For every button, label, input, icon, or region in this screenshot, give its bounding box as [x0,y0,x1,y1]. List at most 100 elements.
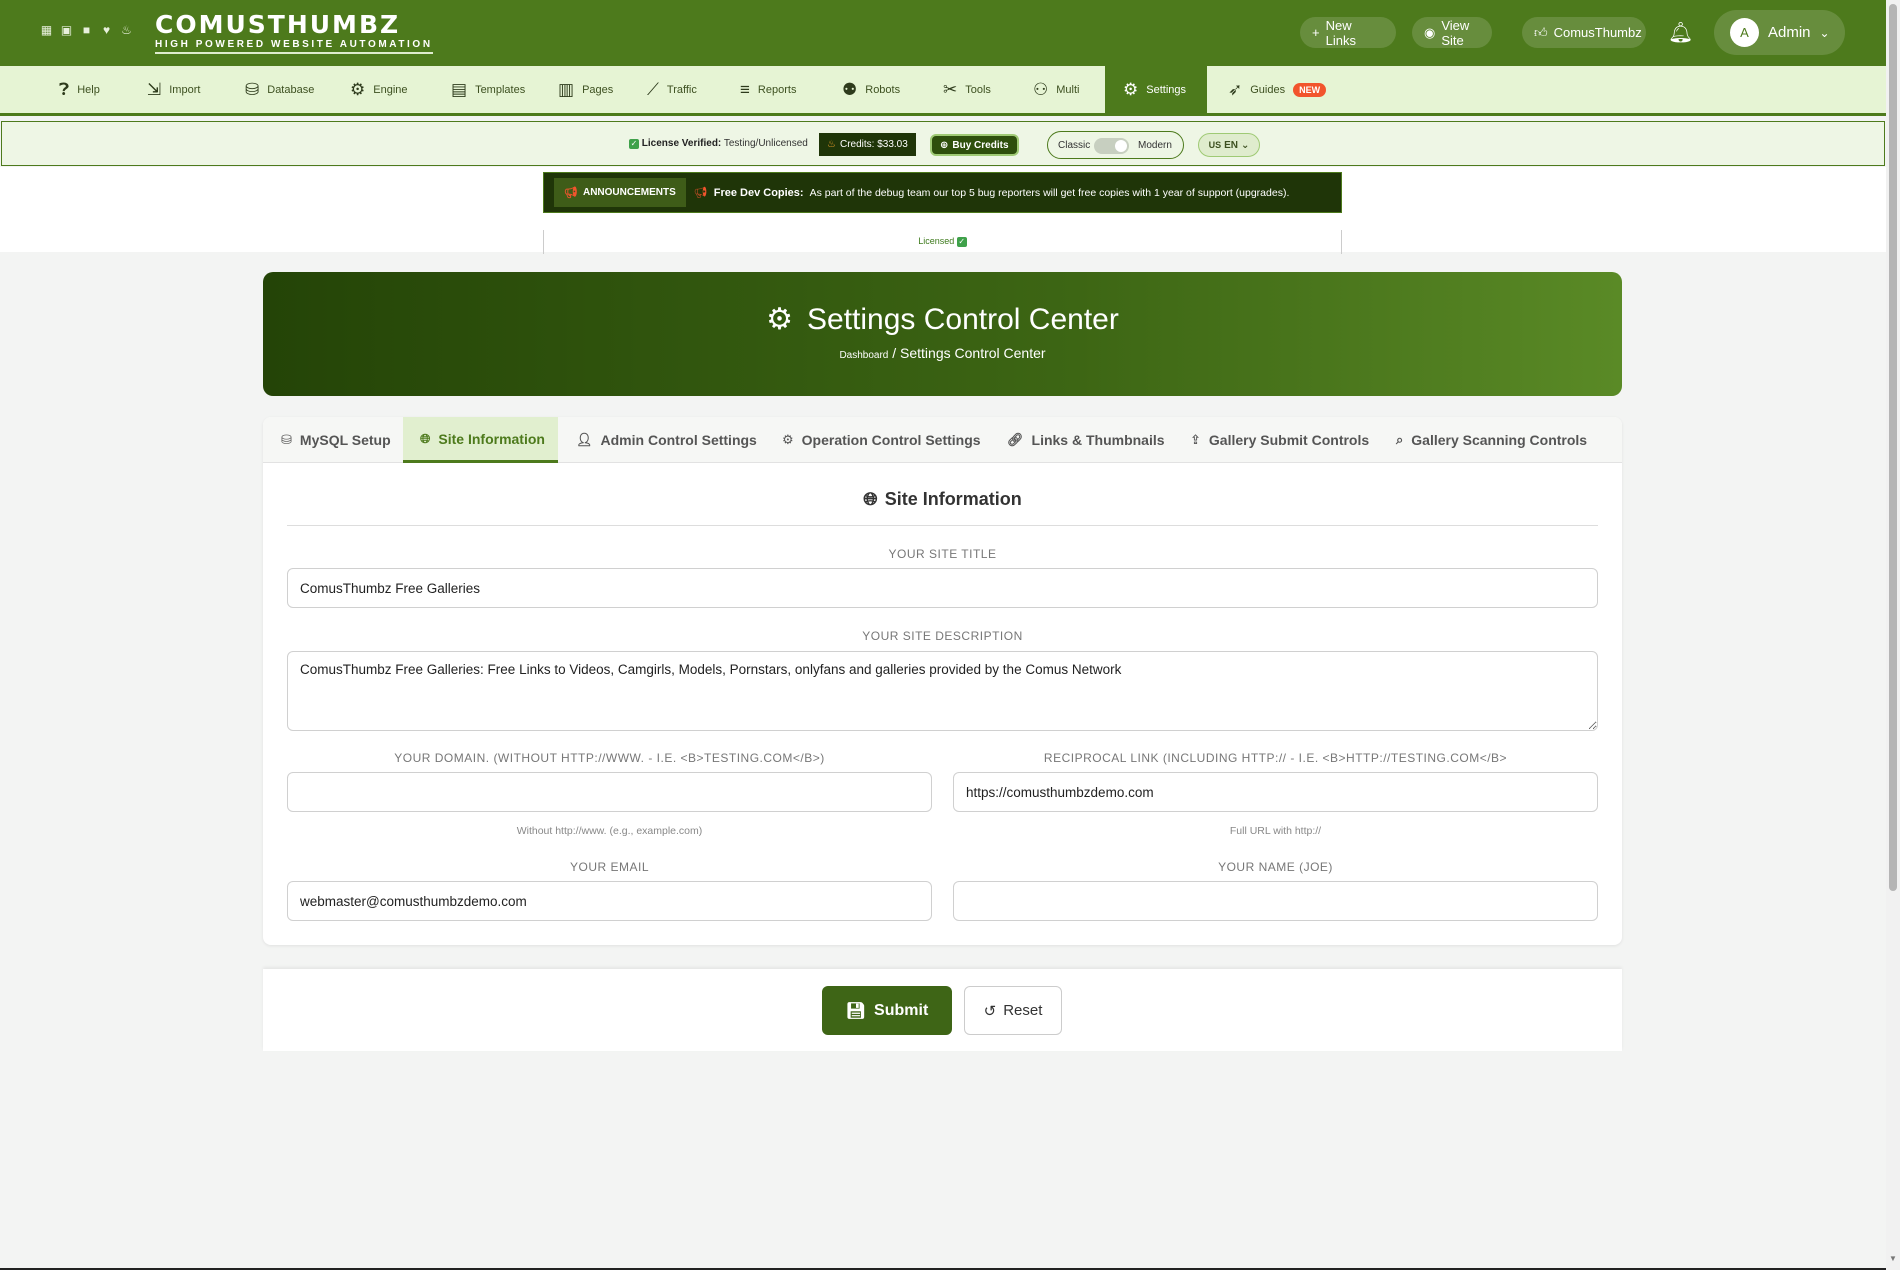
comusthumbz-button[interactable]: 👍︎ ComusThumbz [1522,17,1646,48]
mode-switch[interactable] [1094,138,1129,154]
robot-icon: ⚉ [842,79,858,99]
database-icon: ⛁ [281,432,292,447]
site-description-label: YOUR SITE DESCRIPTION [862,629,1023,643]
tab-label: Gallery Submit Controls [1208,432,1370,448]
new-links-label: New Links [1325,17,1356,48]
nav-multi[interactable]: ⚇ Multi [1033,66,1079,113]
name-input[interactable] [953,881,1598,921]
rocket-icon: ➶ [1228,79,1243,99]
scroll-thumb[interactable] [1889,4,1897,891]
us-flag-icon: US [1208,140,1222,150]
tab-label: Gallery Scanning Controls [1411,432,1588,448]
nav-import[interactable]: ⇲ Import [147,66,200,113]
breadcrumb-dashboard[interactable]: Dashboard [839,350,888,361]
undo-icon: ↺ [983,1002,997,1020]
nav-engine[interactable]: ⚙ Engine [350,66,408,113]
nav-label: Tools [965,83,991,96]
language-select[interactable]: US EN ⌄ [1198,133,1260,157]
tab-label: MySQL Setup [299,432,391,448]
gear-icon: ⚙ [1123,79,1139,99]
chevron-down-icon: ⌄ [1241,139,1250,151]
tab-site-information[interactable]: 🌐︎ Site Information [403,417,558,463]
user-name: Admin [1768,24,1811,41]
section-title-text: Site Information [884,489,1022,509]
name-label: YOUR NAME (JOE) [1218,860,1333,874]
nav-traffic[interactable]: ⟋ Traffic [647,66,697,113]
gear-icon: ⚙ [766,303,794,336]
form-actions: 💾︎ Submit ↺ Reset [263,969,1622,1051]
nav-templates[interactable]: ▤ Templates [451,66,525,113]
nav-database[interactable]: ⛁ Database [245,66,314,113]
bell-icon[interactable]: 🔔︎ [1668,20,1693,45]
chevron-down-icon: ⌄ [1819,25,1830,40]
database-icon: ⛁ [245,79,260,99]
tab-operation-control-settings[interactable]: ⚙ Operation Control Settings [782,417,981,463]
page-scrollbar[interactable]: ▼ [1886,0,1900,1270]
nav-guides[interactable]: ➶ Guides NEW [1228,66,1327,113]
brand-tagline: HIGH POWERED WEBSITE AUTOMATION [155,39,433,54]
user-menu[interactable]: A Admin ⌄ [1714,10,1845,55]
view-site-button[interactable]: ◉ View Site [1412,17,1492,48]
nav-settings[interactable]: ⚙ Settings [1105,66,1207,113]
tab-mysql-setup[interactable]: ⛁ MySQL Setup [279,417,393,463]
domain-input[interactable] [287,772,932,812]
check-icon: ✓ [629,139,639,149]
reciprocal-link-input[interactable] [953,772,1598,812]
nav-label: Import [169,83,201,96]
announcement-text: As part of the debug team our top 5 bug … [809,186,1290,199]
nav-label: Traffic [666,83,697,96]
engine-icon: ⚙ [350,79,366,99]
mode-toggle[interactable]: Classic Modern [1047,131,1184,159]
nav-label: Help [77,83,100,96]
reset-button[interactable]: ↺ Reset [964,986,1062,1035]
nav-help[interactable]: ❓︎ Help [59,66,100,113]
buy-credits-button[interactable]: ⊕ Buy Credits [930,134,1019,156]
tab-label: Links & Thumbnails [1031,432,1165,448]
scroll-down-arrow-icon[interactable]: ▼ [1889,1254,1897,1263]
buy-credits-label: Buy Credits [952,139,1009,151]
nav-robots[interactable]: ⚉ Robots [842,66,900,113]
megaphone-icon: 📢︎ [693,187,708,199]
breadcrumb-current: Settings Control Center [900,345,1046,361]
section-divider [287,525,1598,526]
plus-icon: + [1312,25,1320,40]
nav-label: Engine [373,83,408,96]
image-icon: ▦ [40,23,53,37]
announcement-message: 📢︎ Free Dev Copies: As part of the debug… [693,186,1290,200]
breadcrumb: Dashboard / Settings Control Center [263,345,1622,361]
nav-label: Settings [1146,83,1186,96]
email-input[interactable] [287,881,932,921]
nav-label: Multi [1056,83,1080,96]
fire-icon: ♨ [827,139,836,150]
submit-button[interactable]: 💾︎ Submit [822,986,952,1035]
nav-reports[interactable]: ≡ Reports [740,66,796,113]
site-description-textarea[interactable]: ComusThumbz Free Galleries: Free Links t… [287,651,1598,731]
brand-logo[interactable]: COMUSTHUMBZ HIGH POWERED WEBSITE AUTOMAT… [155,12,433,54]
upload-icon: ⇪ [1190,432,1201,447]
tools-icon: ✂ [943,79,958,99]
pages-icon: ▥ [558,79,575,99]
language-label: EN [1224,139,1239,151]
site-title-input[interactable] [287,568,1598,608]
new-links-button[interactable]: + New Links [1300,17,1396,48]
announcement-tag-label: ANNOUNCEMENTS [582,187,676,198]
mode-modern-label: Modern [1138,140,1172,151]
page-hero: ⚙ Settings Control Center Dashboard / Se… [263,272,1622,396]
comusthumbz-label: ComusThumbz [1553,25,1642,40]
tab-links-thumbnails[interactable]: 🔗︎ Links & Thumbnails [1007,417,1165,463]
domain-help-text: Without http://www. (e.g., example.com) [516,825,703,837]
license-verified-value: Testing/Unlicensed [723,138,808,149]
fire-icon: ♨ [121,23,132,37]
license-verified-label: License Verified: [641,138,722,149]
announcement-banner: 📢︎ ANNOUNCEMENTS 📢︎ Free Dev Copies: As … [543,172,1342,213]
tab-admin-control-settings[interactable]: 👤︎ Admin Control Settings [576,417,757,463]
tab-gallery-scanning-controls[interactable]: ⌕ Gallery Scanning Controls [1396,417,1587,463]
tab-gallery-submit-controls[interactable]: ⇪ Gallery Submit Controls [1190,417,1369,463]
reciprocal-link-label: RECIPROCAL LINK (INCLUDING HTTP:// - I.E… [1043,751,1508,765]
nav-pages[interactable]: ▥ Pages [558,66,613,113]
tab-label: Site Information [438,430,545,447]
heart-icon: ♥ [102,23,111,37]
page-title-text: Settings Control Center [807,302,1119,336]
nav-tools[interactable]: ✂ Tools [943,66,991,113]
email-label: YOUR EMAIL [569,860,649,874]
